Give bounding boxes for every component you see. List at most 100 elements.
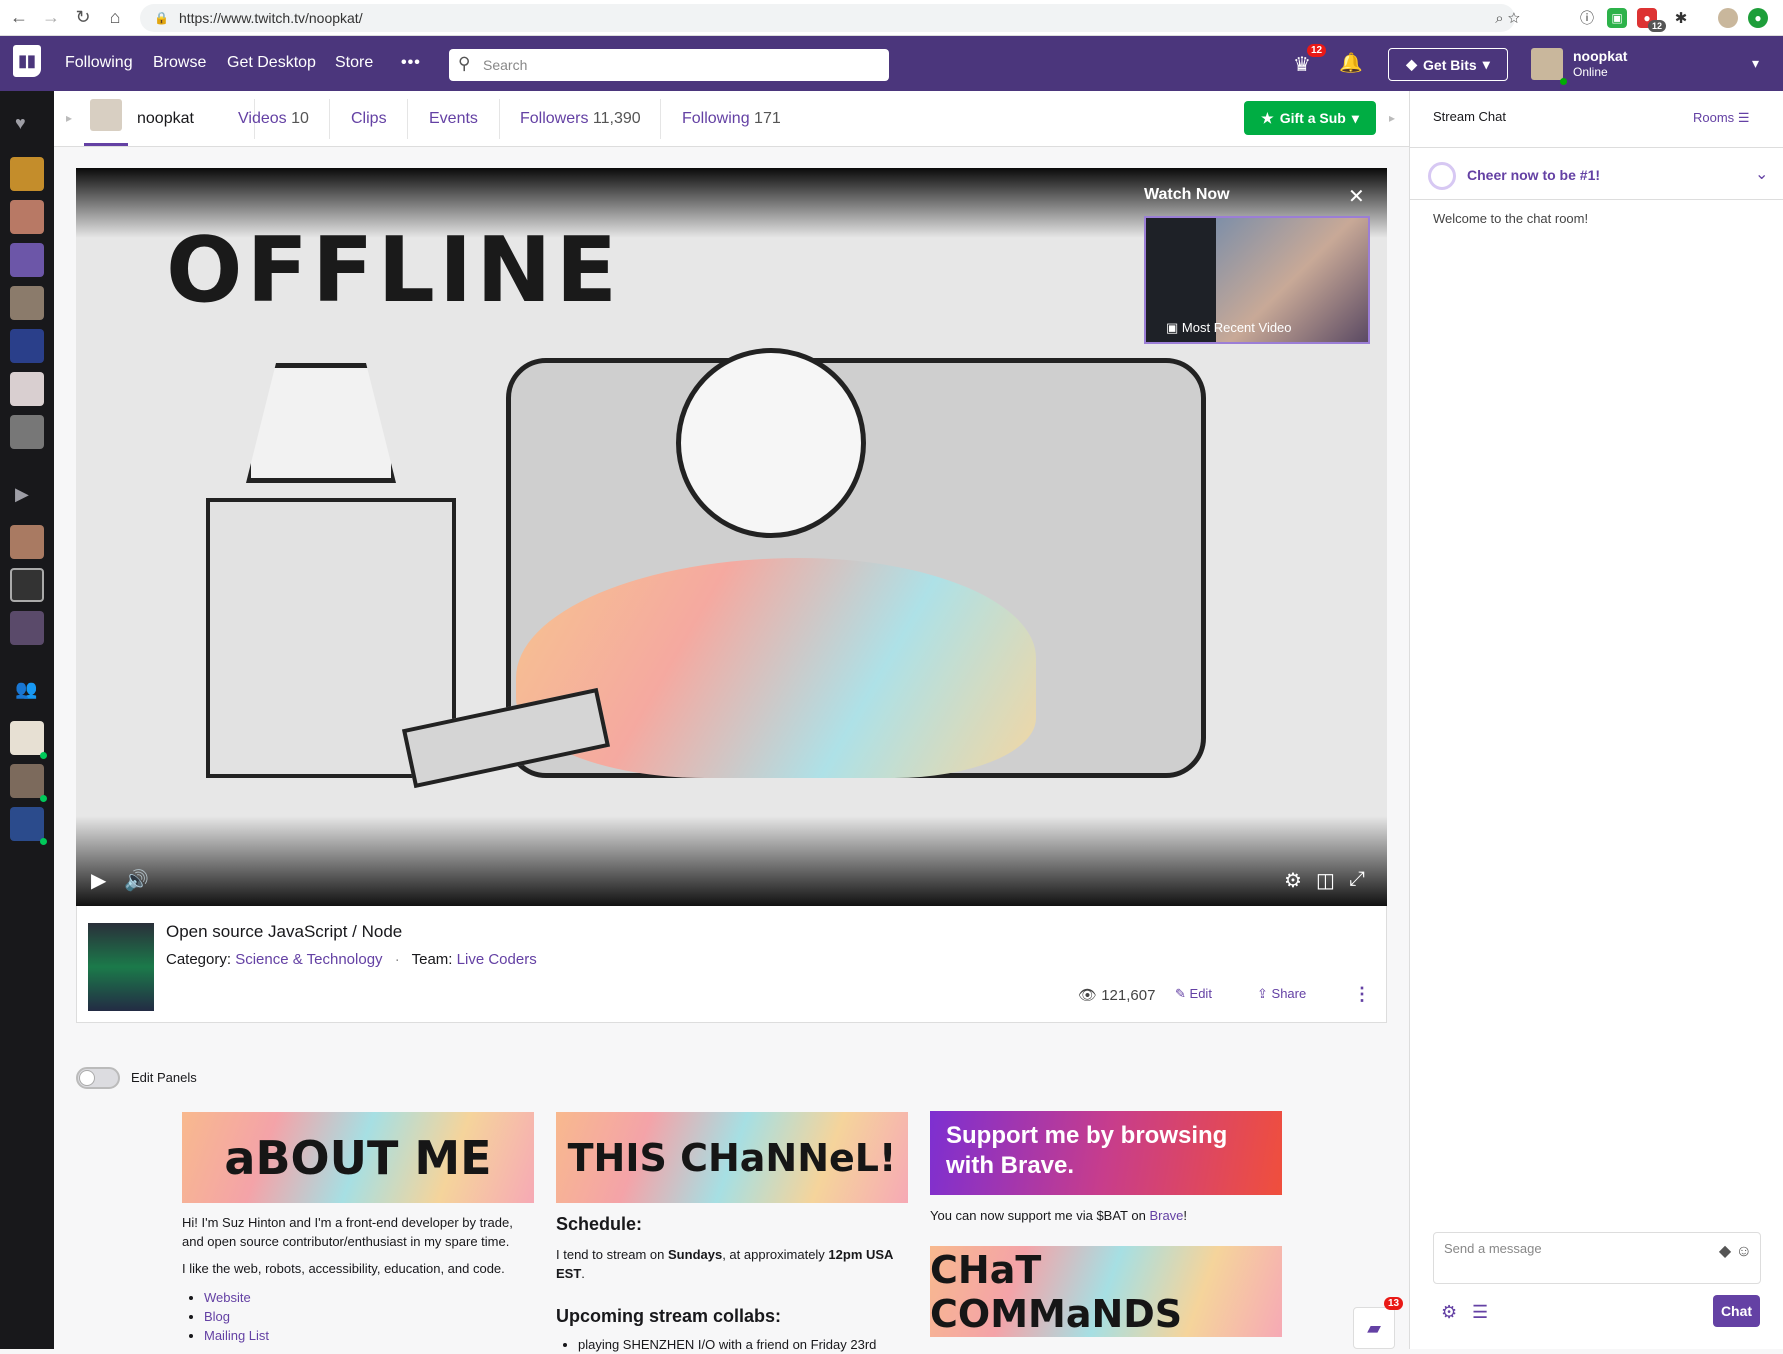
share-button[interactable]: ⇪ Share — [1257, 986, 1306, 1002]
crown-icon[interactable]: ♛ — [1293, 52, 1311, 77]
home-icon[interactable]: ⌂ — [102, 5, 128, 31]
user-avatar[interactable] — [1531, 48, 1563, 80]
get-bits-label: Get Bits — [1423, 56, 1477, 73]
tab-events[interactable]: Events — [429, 110, 478, 128]
nav-browse[interactable]: Browse — [153, 54, 206, 72]
chevron-down-icon: ▾ — [1482, 56, 1490, 72]
chevron-down-icon[interactable]: ⌄ — [1755, 164, 1768, 184]
chat-send-button[interactable]: Chat — [1713, 1295, 1760, 1327]
nav-store[interactable]: Store — [335, 54, 373, 72]
followed-channel-avatar[interactable] — [10, 157, 44, 191]
this-channel-panel-image: THIS CHaNNeL! — [556, 1112, 908, 1203]
back-icon[interactable]: ← — [6, 5, 32, 31]
cheer-text: Cheer now to be #1! — [1467, 167, 1601, 183]
cheer-banner[interactable]: Cheer now to be #1! ⌄ — [1410, 147, 1783, 200]
mailing-list-link[interactable]: Mailing List — [204, 1328, 269, 1343]
search-icon: ⚲ — [458, 54, 471, 73]
website-link[interactable]: Website — [204, 1290, 251, 1305]
address-bar[interactable]: 🔒 https://www.twitch.tv/noopkat/ ⌕ ☆ — [140, 4, 1520, 32]
edit-panels-toggle[interactable] — [76, 1067, 120, 1089]
video-camera-icon[interactable]: ▶ — [15, 484, 29, 505]
user-menu-chevron-icon[interactable]: ▾ — [1752, 55, 1759, 72]
edit-button[interactable]: ✎ Edit — [1175, 986, 1212, 1002]
zoom-icon[interactable]: ⌕ ☆ — [1495, 10, 1520, 27]
channel-name[interactable]: noopkat — [137, 110, 194, 128]
theater-mode-icon[interactable]: ◫ — [1316, 868, 1335, 893]
about-me-text: Hi! I'm Suz Hinton and I'm a front-end d… — [182, 1213, 534, 1345]
stream-title: Open source JavaScript / Node — [166, 922, 403, 941]
offline-art-lamp — [246, 363, 396, 483]
fullscreen-icon[interactable]: ⤢ — [1349, 868, 1365, 891]
play-icon[interactable]: ▶ — [91, 868, 106, 893]
user-status: Online — [1573, 65, 1608, 79]
blog-link[interactable]: Blog — [204, 1309, 230, 1324]
friend-avatar[interactable] — [10, 764, 44, 798]
video-player[interactable]: OFFLINE Watch Now ✕ ▣ Most Recent Video … — [76, 168, 1387, 906]
team-link[interactable]: Live Coders — [457, 951, 537, 968]
tab-following[interactable]: Following 171 — [682, 110, 781, 128]
collabs-heading: Upcoming stream collabs: — [556, 1306, 782, 1326]
twitch-logo-icon[interactable]: ▮▮ — [13, 45, 41, 77]
nav-get-desktop[interactable]: Get Desktop — [227, 54, 316, 72]
tab-clips[interactable]: Clips — [351, 110, 387, 128]
emote-icons[interactable]: ◆ ☺ — [1719, 1241, 1752, 1261]
category-box-art[interactable] — [88, 923, 154, 1011]
viewer-count: 👁 121,607 — [1078, 987, 1156, 1004]
chat-settings-gear-icon[interactable]: ⚙ — [1441, 1302, 1457, 1323]
channel-avatar[interactable] — [90, 99, 122, 131]
viewer-list-icon[interactable]: ☰ — [1472, 1302, 1488, 1323]
profile-avatar-icon[interactable] — [1718, 8, 1738, 28]
extension-puzzle-icon[interactable]: ✱ — [1671, 8, 1691, 28]
recommended-channel-avatar[interactable] — [10, 611, 44, 645]
rooms-button[interactable]: Rooms ☰ — [1693, 110, 1749, 126]
friend-avatar[interactable] — [10, 807, 44, 841]
search-input[interactable]: ⚲ Search — [449, 49, 889, 81]
chat-message-input[interactable]: Send a message ◆ ☺ — [1433, 1232, 1761, 1284]
followed-channel-avatar[interactable] — [10, 243, 44, 277]
reload-icon[interactable]: ↻ — [70, 5, 96, 31]
tab-divider — [499, 99, 500, 139]
category-link[interactable]: Science & Technology — [235, 951, 382, 968]
watch-now-title: Watch Now — [1144, 186, 1230, 203]
brave-link[interactable]: Brave — [1149, 1208, 1183, 1223]
friends-icon[interactable]: 👥 — [15, 679, 37, 700]
extension-circle-icon[interactable]: ● — [1748, 8, 1768, 28]
more-options-icon[interactable]: ⋮ — [1353, 984, 1371, 1005]
nav-following[interactable]: Following — [65, 54, 133, 72]
extension-green-icon[interactable]: ▣ — [1607, 8, 1627, 28]
volume-icon[interactable]: 🔊 — [124, 868, 149, 893]
browser-toolbar: ← → ↻ ⌂ 🔒 https://www.twitch.tv/noopkat/… — [0, 0, 1783, 36]
toggle-knob — [79, 1070, 95, 1086]
followed-channel-avatar[interactable] — [10, 286, 44, 320]
user-name[interactable]: noopkat — [1573, 48, 1627, 64]
cheer-ring-icon — [1428, 162, 1456, 190]
settings-gear-icon[interactable]: ⚙ — [1284, 868, 1302, 893]
close-icon[interactable]: ✕ — [1348, 184, 1365, 209]
extension-info-icon[interactable]: ⓘ — [1577, 8, 1597, 28]
get-bits-button[interactable]: ◆ Get Bits ▾ — [1388, 48, 1508, 81]
bell-icon[interactable]: 🔔 — [1339, 51, 1363, 75]
tab-followers[interactable]: Followers 11,390 — [520, 110, 641, 128]
schedule-heading: Schedule: — [556, 1214, 643, 1234]
brave-text: You can now support me via $BAT on Brave… — [930, 1208, 1188, 1223]
recommended-channel-avatar[interactable] — [10, 525, 44, 559]
forward-icon[interactable]: → — [38, 5, 64, 31]
more-menu-icon[interactable]: ••• — [401, 54, 421, 72]
friend-avatar[interactable] — [10, 721, 44, 755]
tab-videos[interactable]: Videos 10 — [238, 110, 309, 128]
scroll-left-icon[interactable]: ▸ — [66, 111, 72, 125]
followed-channel-avatar[interactable] — [10, 372, 44, 406]
followed-channel-avatar[interactable] — [10, 200, 44, 234]
chevron-down-icon: ▾ — [1351, 109, 1359, 126]
scroll-right-icon[interactable]: ▸ — [1389, 111, 1395, 125]
gift-sub-button[interactable]: ★ Gift a Sub ▾ — [1244, 101, 1376, 135]
followed-channel-avatar[interactable] — [10, 329, 44, 363]
followed-channels-sidebar: ♥ ▶ 👥 — [0, 91, 54, 1349]
brave-panel-image[interactable]: Support me by browsing with Brave. — [930, 1111, 1282, 1195]
followed-channel-avatar[interactable] — [10, 415, 44, 449]
heart-icon[interactable]: ♥ — [15, 113, 26, 134]
most-recent-video-label: ▣ Most Recent Video — [1166, 320, 1292, 335]
tab-divider — [407, 99, 408, 139]
whispers-icon[interactable]: ▰ — [1353, 1307, 1395, 1349]
recommended-channel-avatar[interactable] — [10, 568, 44, 602]
